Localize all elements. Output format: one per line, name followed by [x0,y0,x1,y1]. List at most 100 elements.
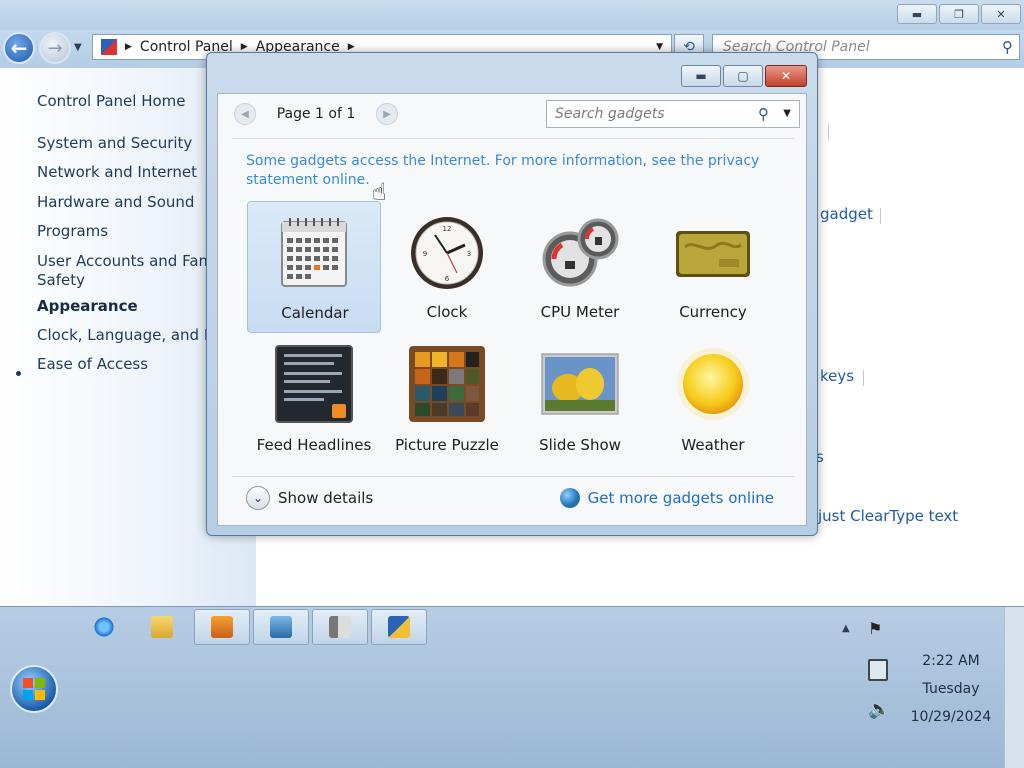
control-panel-icon [101,39,117,55]
breadcrumb-separator-icon: ▶ [347,42,355,52]
gadget-tile-cpu-meter[interactable]: CPU Meter [513,201,647,333]
gadget-name: Feed Headlines [256,436,372,454]
link-separator [828,124,829,140]
taskbar-media-player[interactable] [194,609,250,645]
chevron-down-icon: ⌄ [246,486,270,510]
gadget-name: Calendar [281,304,349,322]
svg-text:3: 3 [467,250,471,258]
windows-logo-icon [23,678,45,700]
get-more-gadgets-label: Get more gadgets online [587,489,774,507]
page-label: Page 1 of 1 [276,106,356,122]
gadget-name: Clock [426,303,468,321]
sidebar-item-user-accounts[interactable]: User Accounts and Family [37,252,230,270]
search-icon[interactable]: ⚲ [1002,38,1013,56]
gadget-tile-calendar[interactable]: Calendar [247,201,381,333]
gadget-maximize-button[interactable]: ▢ [723,65,763,87]
slide-show-icon [541,353,619,415]
gadget-name: Weather [681,436,745,454]
gadget-minimize-button[interactable]: ▬ [681,65,721,87]
gadget-name: Slide Show [539,436,621,454]
monitor-icon [270,616,292,638]
address-dropdown-icon[interactable]: ▼ [656,42,663,52]
picture-puzzle-icon [409,346,485,422]
svg-text:12: 12 [443,225,452,233]
svg-text:9: 9 [423,250,427,258]
folder-icon [151,616,173,638]
link-separator [863,370,864,386]
close-button[interactable]: ✕ [981,4,1021,24]
previous-page-icon[interactable]: ◀ [234,103,256,125]
active-bullet-icon [16,371,21,376]
taskbar: ▲ ⚑ 🔈 2:22 AM Tuesday 10/29/2024 [0,606,1024,768]
gadget-tile-feed-headlines[interactable]: Feed Headlines [247,334,381,466]
sidebar-item-home[interactable]: Control Panel Home [37,92,186,110]
currency-icon [676,231,750,277]
sidebar-item-user-accounts-line2[interactable]: Safety [37,271,85,289]
clock-date[interactable]: 10/29/2024 [900,709,1002,725]
start-button[interactable] [10,665,58,713]
link-keys[interactable]: keys [820,367,854,385]
sidebar-item-hardware-sound[interactable]: Hardware and Sound [37,193,194,211]
gadget-tile-currency[interactable]: Currency [646,201,780,333]
link-adjust-cleartype[interactable]: just ClearType text [818,507,958,525]
clock-icon: 12 3 6 9 [411,217,483,289]
divider [232,476,794,477]
breadcrumb-separator-icon: ▶ [240,42,248,52]
restore-button[interactable]: ❐ [939,4,979,24]
next-page-icon[interactable]: ▶ [376,103,398,125]
show-details-label: Show details [278,489,374,507]
action-center-flag-icon[interactable]: ⚑ [868,619,882,638]
internet-explorer-icon [93,616,115,638]
gadget-tile-clock[interactable]: 12 3 6 9 Clock [380,201,514,333]
clock-time[interactable]: 2:22 AM [900,653,1002,669]
forward-button[interactable]: → [39,32,71,64]
divider [232,138,794,139]
feed-headlines-icon [275,345,353,423]
sidebar-item-system-security[interactable]: System and Security [37,134,192,152]
show-desktop-button[interactable] [1004,607,1024,768]
back-button[interactable]: ← [3,32,35,64]
svg-text:6: 6 [445,275,450,283]
gadget-name: CPU Meter [540,303,620,321]
sidebar-item-network-internet[interactable]: Network and Internet [37,163,197,181]
link-add-gadget[interactable]: gadget [820,205,873,223]
gadget-tile-weather[interactable]: Weather [646,334,780,466]
taskbar-internet-explorer[interactable] [76,609,132,645]
recent-pages-dropdown-icon[interactable]: ▼ [74,42,82,53]
taskbar-remote-desktop[interactable] [253,609,309,645]
link-separator [880,208,881,224]
sidebar-item-appearance[interactable]: Appearance [37,297,138,315]
show-hidden-icons-icon[interactable]: ▲ [842,623,850,634]
hand-cursor-icon: ☝ [372,178,387,206]
control-panel-titlebar: ▬ ❐ ✕ [0,0,1024,30]
sidebar-item-clock-language[interactable]: Clock, Language, and Re [37,326,223,344]
globe-icon [559,488,580,508]
taskbar-control-panel[interactable] [371,609,427,645]
media-player-icon [211,616,233,638]
gadget-tile-picture-puzzle[interactable]: Picture Puzzle [380,334,514,466]
gadget-gallery-window: ▬ ▢ ✕ ◀ Page 1 of 1 ▶ Search gadgets ⚲ ▼… [206,52,818,536]
clock-day[interactable]: Tuesday [900,681,1002,697]
breadcrumb-separator-icon: ▶ [125,42,132,52]
sidebar-item-programs[interactable]: Programs [37,222,108,240]
volume-icon[interactable]: 🔈 [868,699,890,720]
gadget-search-input[interactable]: Search gadgets ⚲ ▼ [546,100,800,128]
gadget-name: Picture Puzzle [395,436,499,454]
show-details-button[interactable]: ⌄ Show details [246,486,373,510]
taskbar-program[interactable] [312,609,368,645]
minimize-button[interactable]: ▬ [897,4,937,24]
privacy-statement-link[interactable]: Some gadgets access the Internet. For mo… [246,152,776,190]
cpu-meter-icon [542,218,619,287]
get-more-gadgets-link[interactable]: Get more gadgets online [559,488,774,508]
network-icon[interactable] [868,659,888,681]
gadget-search-placeholder: Search gadgets [555,106,665,122]
gadget-close-button[interactable]: ✕ [765,65,807,87]
gadget-name: Currency [679,303,747,321]
taskbar-windows-explorer[interactable] [134,609,190,645]
document-icon [329,616,351,638]
search-dropdown-icon[interactable]: ▼ [783,108,791,119]
search-icon[interactable]: ⚲ [758,105,769,123]
sidebar-item-ease-of-access[interactable]: Ease of Access [37,355,148,373]
pager: ◀ Page 1 of 1 ▶ [234,99,404,129]
gadget-tile-slide-show[interactable]: Slide Show [513,334,647,466]
